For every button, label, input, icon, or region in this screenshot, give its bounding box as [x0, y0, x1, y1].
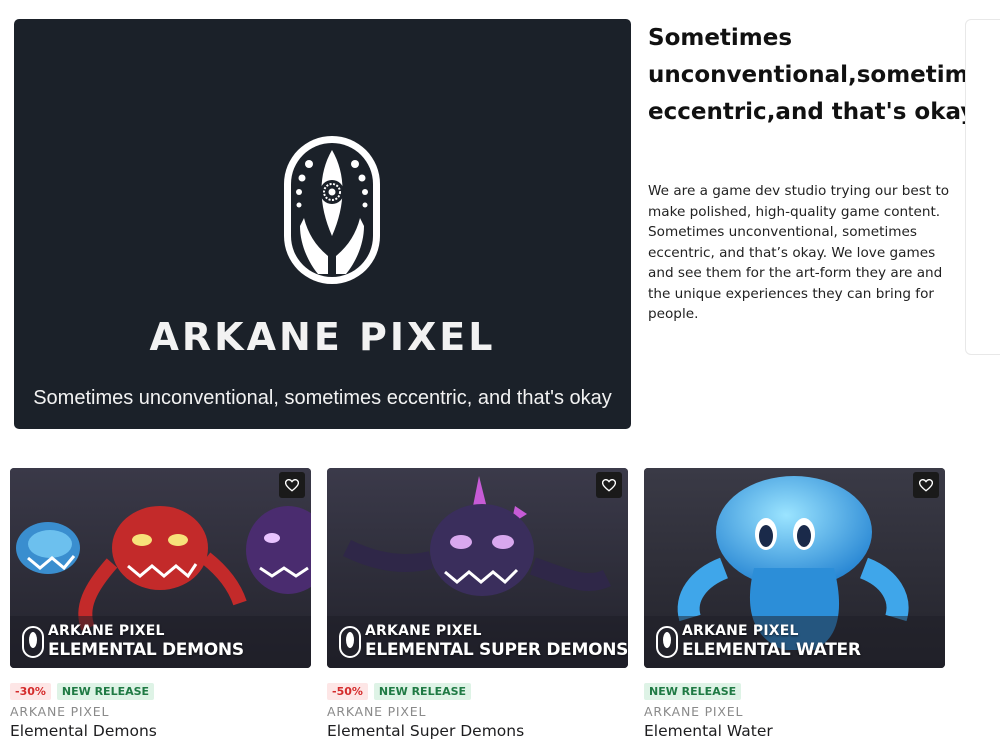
badge-row: -50% NEW RELEASE: [327, 683, 472, 700]
product-card[interactable]: ARKANE PIXEL ELEMENTAL WATER NEW RELEASE…: [644, 468, 945, 740]
hero-brand-name: ARKANE PIXEL: [149, 315, 496, 359]
thumbnail-product-name: ELEMENTAL WATER: [682, 640, 861, 660]
publisher-name[interactable]: ARKANE PIXEL: [644, 704, 743, 719]
arkane-pixel-mark-icon: [656, 626, 678, 658]
product-thumbnail[interactable]: ARKANE PIXEL ELEMENTAL WATER: [644, 468, 945, 668]
product-card[interactable]: ARKANE PIXEL ELEMENTAL SUPER DEMONS -50%…: [327, 468, 628, 740]
discount-badge: -30%: [10, 683, 51, 700]
wishlist-button[interactable]: [596, 472, 622, 498]
arkane-pixel-mark-icon: [339, 626, 361, 658]
badge-row: NEW RELEASE: [644, 683, 742, 700]
thumbnail-product-name: ELEMENTAL DEMONS: [48, 640, 244, 660]
heart-icon: [602, 478, 616, 492]
heart-icon: [919, 478, 933, 492]
publisher-name[interactable]: ARKANE PIXEL: [10, 704, 109, 719]
new-release-badge: NEW RELEASE: [644, 683, 742, 700]
product-title[interactable]: Elemental Demons: [10, 722, 157, 740]
arkane-pixel-mark-icon: [22, 626, 44, 658]
about-heading: Sometimes unconventional,sometimes eccen…: [648, 25, 998, 125]
badge-row: -30% NEW RELEASE: [10, 683, 155, 700]
wishlist-button[interactable]: [913, 472, 939, 498]
product-title[interactable]: Elemental Super Demons: [327, 722, 524, 740]
hero-banner: ARKANE PIXEL Sometimes unconventional, s…: [14, 19, 631, 429]
publisher-name[interactable]: ARKANE PIXEL: [327, 704, 426, 719]
product-thumbnail[interactable]: ARKANE PIXEL ELEMENTAL DEMONS: [10, 468, 311, 668]
product-thumbnail[interactable]: ARKANE PIXEL ELEMENTAL SUPER DEMONS: [327, 468, 628, 668]
thumbnail-brand: ARKANE PIXEL: [48, 623, 165, 639]
thumbnail-product-name: ELEMENTAL SUPER DEMONS: [365, 640, 628, 660]
about-description: We are a game dev studio trying our best…: [648, 183, 950, 322]
hero-tagline: Sometimes unconventional, sometimes ecce…: [33, 387, 612, 409]
product-title[interactable]: Elemental Water: [644, 722, 773, 740]
new-release-badge: NEW RELEASE: [373, 683, 472, 700]
new-release-badge: NEW RELEASE: [56, 683, 155, 700]
arkane-pixel-logo-icon: [284, 136, 380, 284]
discount-badge: -50%: [327, 683, 368, 700]
wishlist-button[interactable]: [279, 472, 305, 498]
heart-icon: [285, 478, 299, 492]
product-card[interactable]: ARKANE PIXEL ELEMENTAL DEMONS -30% NEW R…: [10, 468, 311, 740]
side-panel: [965, 19, 1000, 355]
thumbnail-brand: ARKANE PIXEL: [365, 623, 482, 639]
thumbnail-brand: ARKANE PIXEL: [682, 623, 799, 639]
